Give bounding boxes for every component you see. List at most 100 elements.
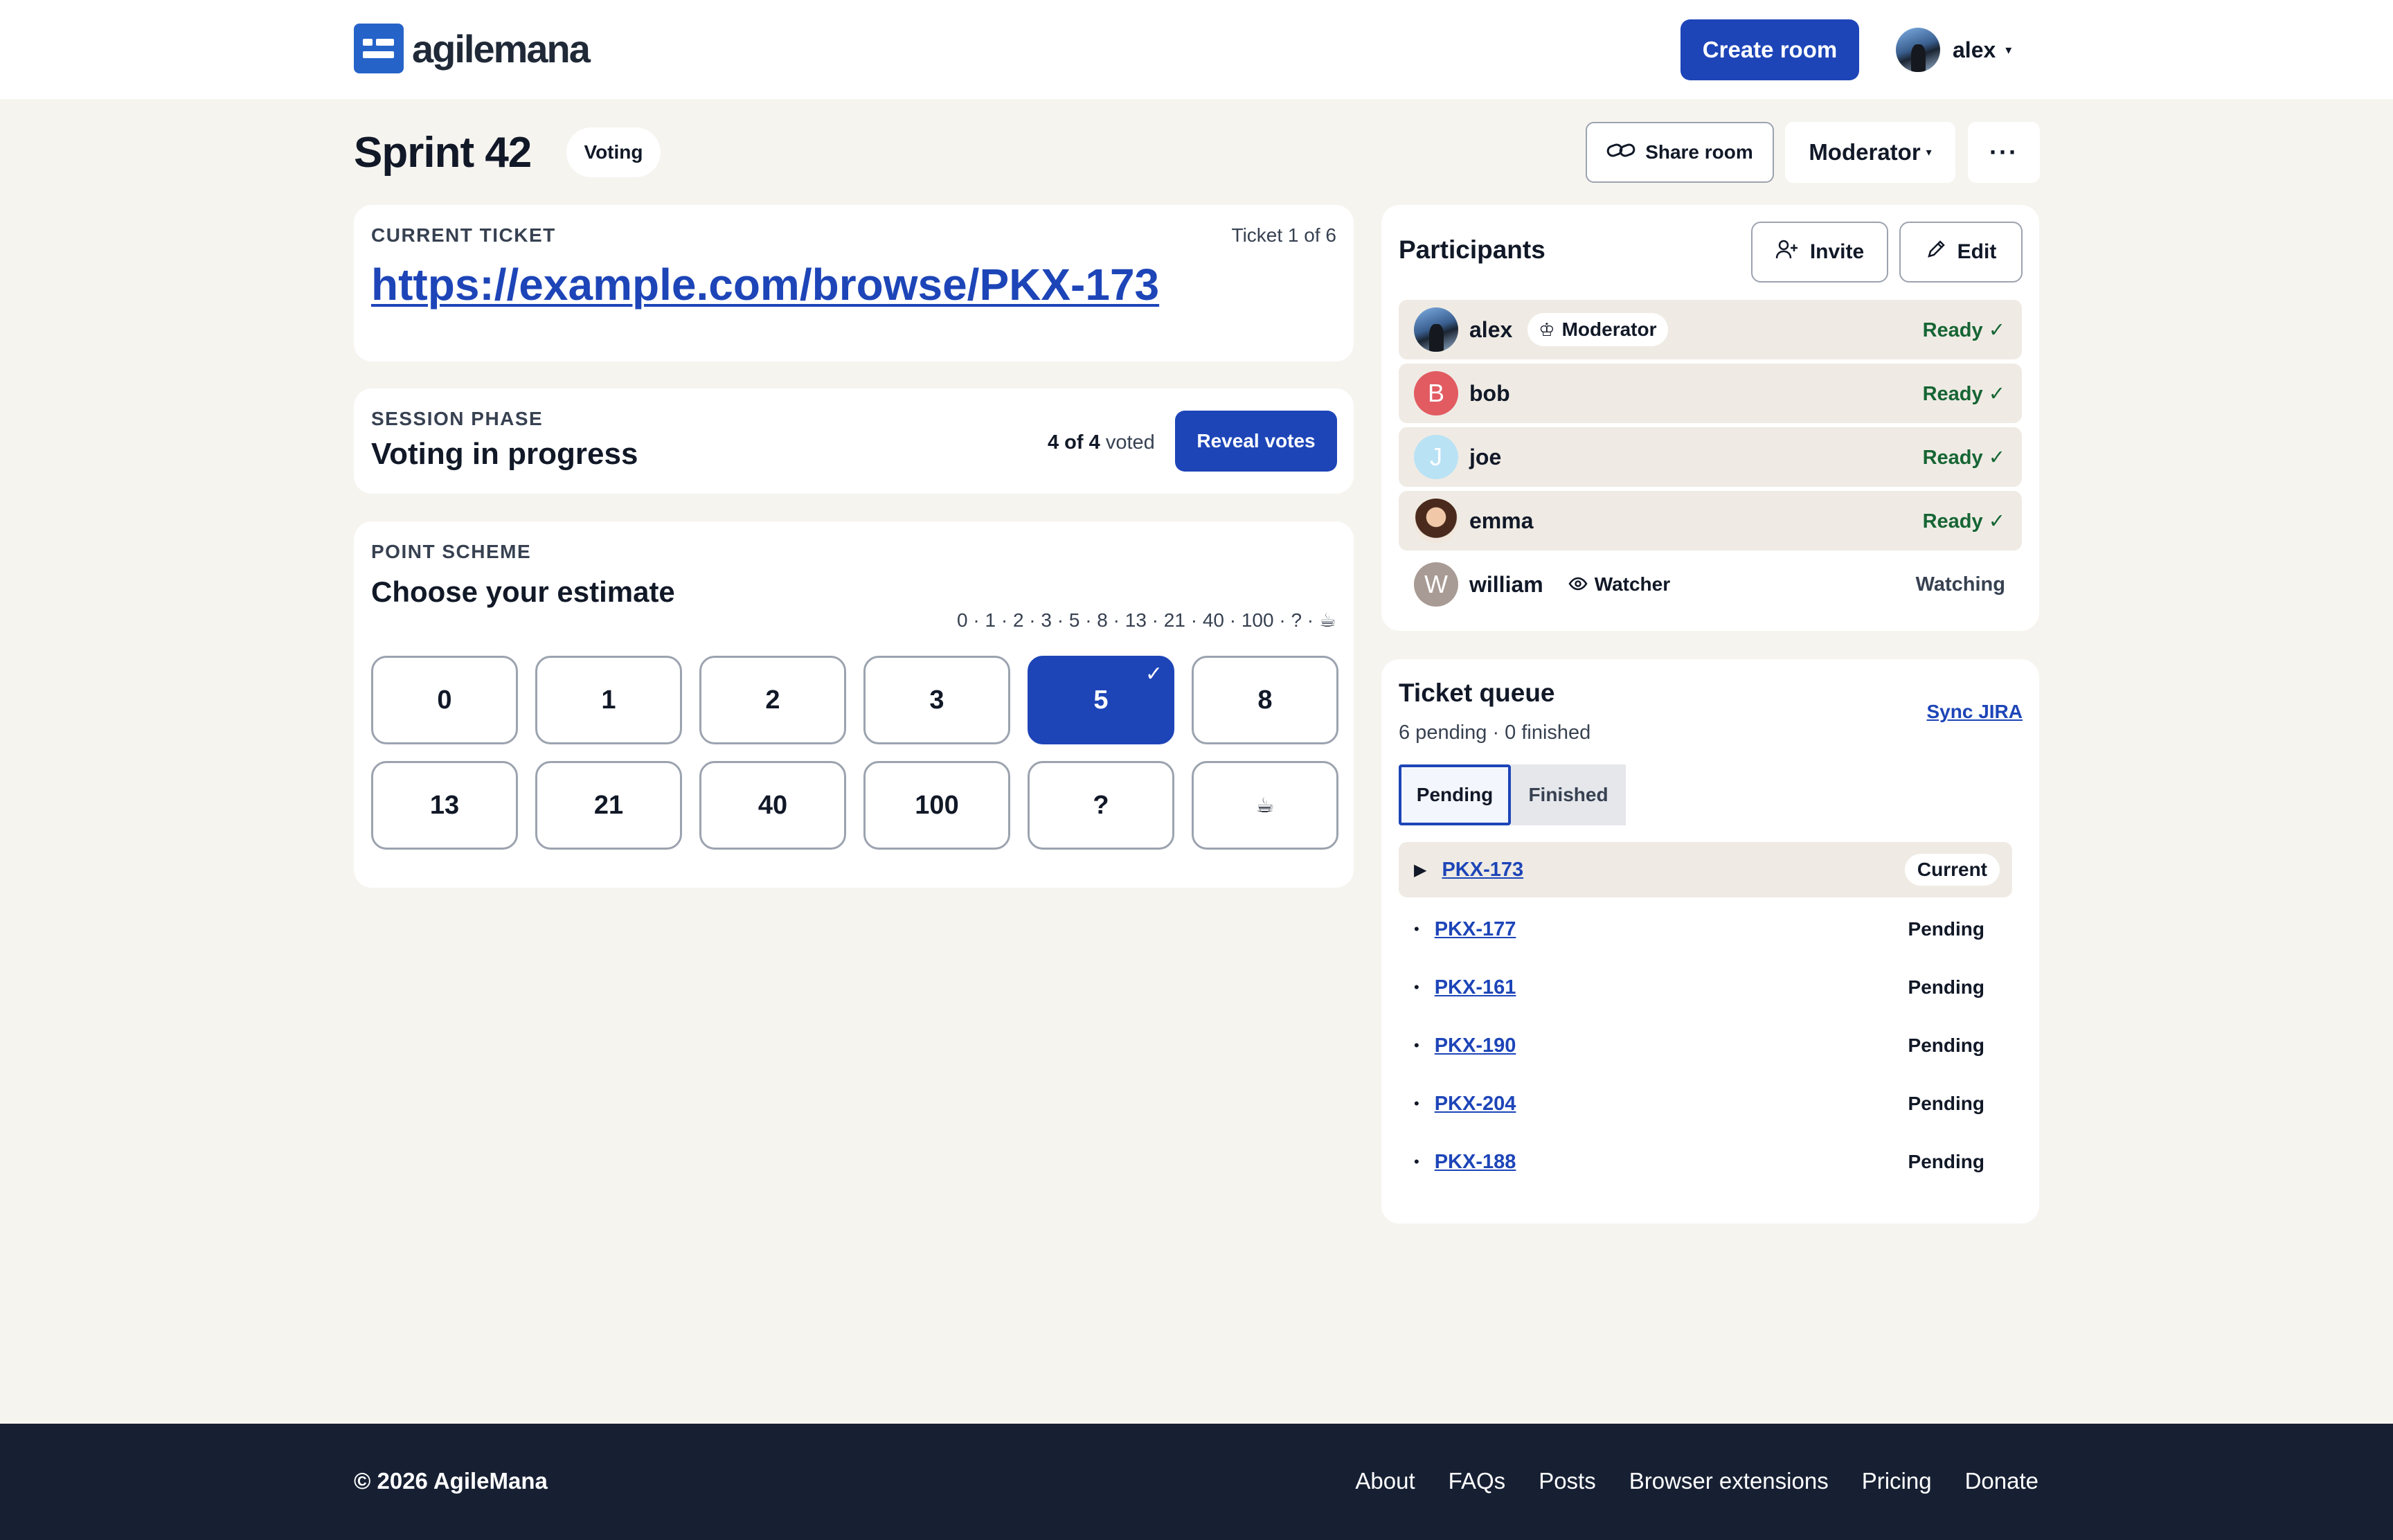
participant-name: william: [1469, 571, 1543, 597]
participant-name: emma: [1469, 508, 1534, 533]
invite-button[interactable]: Invite: [1751, 222, 1888, 283]
participant-status: Ready ✓: [1922, 319, 2005, 341]
estimate-card[interactable]: 1: [535, 656, 682, 744]
ticket-row[interactable]: • PKX-188 Pending: [1399, 1133, 2012, 1191]
check-icon: ✓: [1145, 663, 1163, 686]
more-options-button[interactable]: ···: [1968, 122, 2040, 183]
estimate-card[interactable]: 8: [1192, 656, 1338, 744]
footer-link-posts[interactable]: Posts: [1539, 1468, 1596, 1494]
avatar: B: [1414, 371, 1458, 415]
tab-finished[interactable]: Finished: [1511, 764, 1626, 825]
top-bar: agilemana Create room alex ▾: [0, 0, 2393, 99]
sync-jira-link[interactable]: Sync JIRA: [1927, 701, 2023, 723]
watcher-badge: Watcher: [1568, 568, 1681, 601]
participants-card: Participants Invite Edit alex ♔ Moderato…: [1381, 205, 2039, 631]
vote-count-value: 4 of 4: [1048, 431, 1100, 454]
invite-label: Invite: [1809, 240, 1865, 263]
moderator-badge: ♔ Moderator: [1527, 313, 1668, 346]
ticket-queue-card: Ticket queue Sync JIRA 6 pending · 0 fin…: [1381, 659, 2039, 1224]
estimate-card[interactable]: 13: [371, 761, 518, 850]
bullet-icon: •: [1414, 1037, 1419, 1054]
ticket-row[interactable]: • PKX-161 Pending: [1399, 958, 2012, 1017]
create-room-button[interactable]: Create room: [1681, 19, 1859, 80]
ticket-link[interactable]: PKX-177: [1435, 918, 1516, 941]
vote-count: 4 of 4 voted: [1048, 431, 1155, 454]
bullet-icon: •: [1414, 978, 1419, 996]
edit-label: Edit: [1957, 240, 1997, 263]
eye-icon: [1568, 574, 1588, 596]
participant-row: emma Ready ✓: [1399, 491, 2022, 550]
ticket-link[interactable]: PKX-161: [1435, 976, 1516, 999]
ticket-link[interactable]: PKX-188: [1435, 1151, 1516, 1174]
estimate-card[interactable]: ?: [1028, 761, 1174, 850]
footer-link-pricing[interactable]: Pricing: [1862, 1468, 1932, 1494]
participant-name: joe: [1469, 444, 1502, 469]
estimate-card[interactable]: 40: [699, 761, 846, 850]
scheme-title: Choose your estimate: [371, 575, 675, 608]
ticket-status: Pending: [1908, 1035, 1984, 1056]
chevron-down-icon: ▾: [1926, 147, 1932, 159]
user-name: alex: [1953, 37, 1996, 62]
session-phase-card: SESSION PHASE Voting in progress 4 of 4 …: [354, 388, 1354, 494]
footer-link-about[interactable]: About: [1355, 1468, 1415, 1494]
estimate-card[interactable]: 21: [535, 761, 682, 850]
ticket-row-current[interactable]: ▶ PKX-173 Current: [1399, 842, 2012, 897]
footer-link-browser-extensions[interactable]: Browser extensions: [1629, 1468, 1829, 1494]
ticket-status: Pending: [1908, 918, 1984, 940]
reveal-votes-button[interactable]: Reveal votes: [1175, 411, 1337, 472]
estimate-card[interactable]: 0: [371, 656, 518, 744]
page-title: Sprint 42: [354, 129, 532, 177]
avatar: [1414, 499, 1458, 543]
participant-status: Ready ✓: [1922, 446, 2005, 469]
avatar: W: [1414, 562, 1458, 607]
tab-pending[interactable]: Pending: [1399, 764, 1511, 825]
bullet-icon: •: [1414, 1095, 1419, 1112]
footer: © 2026 AgileMana About FAQs Posts Browse…: [0, 1424, 2393, 1540]
ticket-row[interactable]: • PKX-204 Pending: [1399, 1075, 2012, 1133]
ticket-link[interactable]: PKX-173: [1442, 859, 1523, 881]
estimate-card[interactable]: 2: [699, 656, 846, 744]
participant-status: Watching: [1915, 573, 2005, 596]
scheme-values: 0 · 1 · 2 · 3 · 5 · 8 · 13 · 21 · 40 · 1…: [957, 609, 1336, 631]
estimate-card[interactable]: 3: [863, 656, 1010, 744]
edit-button[interactable]: Edit: [1899, 222, 2023, 283]
ticket-link[interactable]: https://example.com/browse/PKX-173: [371, 259, 1159, 310]
role-dropdown[interactable]: Moderator ▾: [1785, 122, 1955, 183]
ticket-row[interactable]: • PKX-190 Pending: [1399, 1017, 2012, 1075]
participant-name: bob: [1469, 380, 1510, 406]
crown-icon: ♔: [1539, 319, 1555, 340]
copyright: © 2026 AgileMana: [354, 1468, 548, 1494]
participant-row: W william Watcher Watching: [1399, 555, 2022, 614]
ticket-status: Current: [1904, 854, 2000, 886]
footer-link-donate[interactable]: Donate: [1965, 1468, 2038, 1494]
estimate-card[interactable]: ☕: [1192, 761, 1338, 850]
pencil-icon: [1926, 239, 1946, 265]
logo[interactable]: agilemana: [354, 24, 591, 73]
vote-count-suffix: voted: [1105, 431, 1155, 454]
session-phase-label: SESSION PHASE: [371, 408, 544, 429]
point-scheme-label: POINT SCHEME: [371, 541, 532, 562]
estimate-cards: 0 1 2 3 5 ✓ 8 13 21 40 100 ? ☕: [371, 656, 1338, 850]
participant-row: B bob Ready ✓: [1399, 364, 2022, 423]
estimate-card-value: 5: [1093, 685, 1109, 715]
ticket-link[interactable]: PKX-204: [1435, 1093, 1516, 1116]
ticket-status: Pending: [1908, 976, 1984, 998]
estimate-card-selected[interactable]: 5 ✓: [1028, 656, 1174, 744]
estimate-card[interactable]: 100: [863, 761, 1010, 850]
participant-row: alex ♔ Moderator Ready ✓: [1399, 300, 2022, 359]
user-menu[interactable]: alex ▾: [1896, 26, 2011, 73]
avatar: [1896, 28, 1940, 72]
ticket-queue-title: Ticket queue: [1399, 679, 1555, 707]
participant-list: alex ♔ Moderator Ready ✓ B bob Ready ✓ J…: [1399, 300, 2022, 618]
ticket-row[interactable]: • PKX-177 Pending: [1399, 900, 2012, 958]
participant-name: alex: [1469, 316, 1513, 342]
ticket-status: Pending: [1908, 1093, 1984, 1114]
share-room-button[interactable]: Share room: [1586, 122, 1774, 183]
bullet-icon: •: [1414, 1153, 1419, 1170]
ticket-link[interactable]: PKX-190: [1435, 1035, 1516, 1057]
play-icon: ▶: [1414, 860, 1427, 879]
ticket-list: ▶ PKX-173 Current • PKX-177 Pending • PK…: [1399, 842, 2012, 1191]
current-ticket-card: CURRENT TICKET Ticket 1 of 6 https://exa…: [354, 205, 1354, 361]
footer-link-faqs[interactable]: FAQs: [1449, 1468, 1506, 1494]
link-icon: [1606, 141, 1635, 164]
